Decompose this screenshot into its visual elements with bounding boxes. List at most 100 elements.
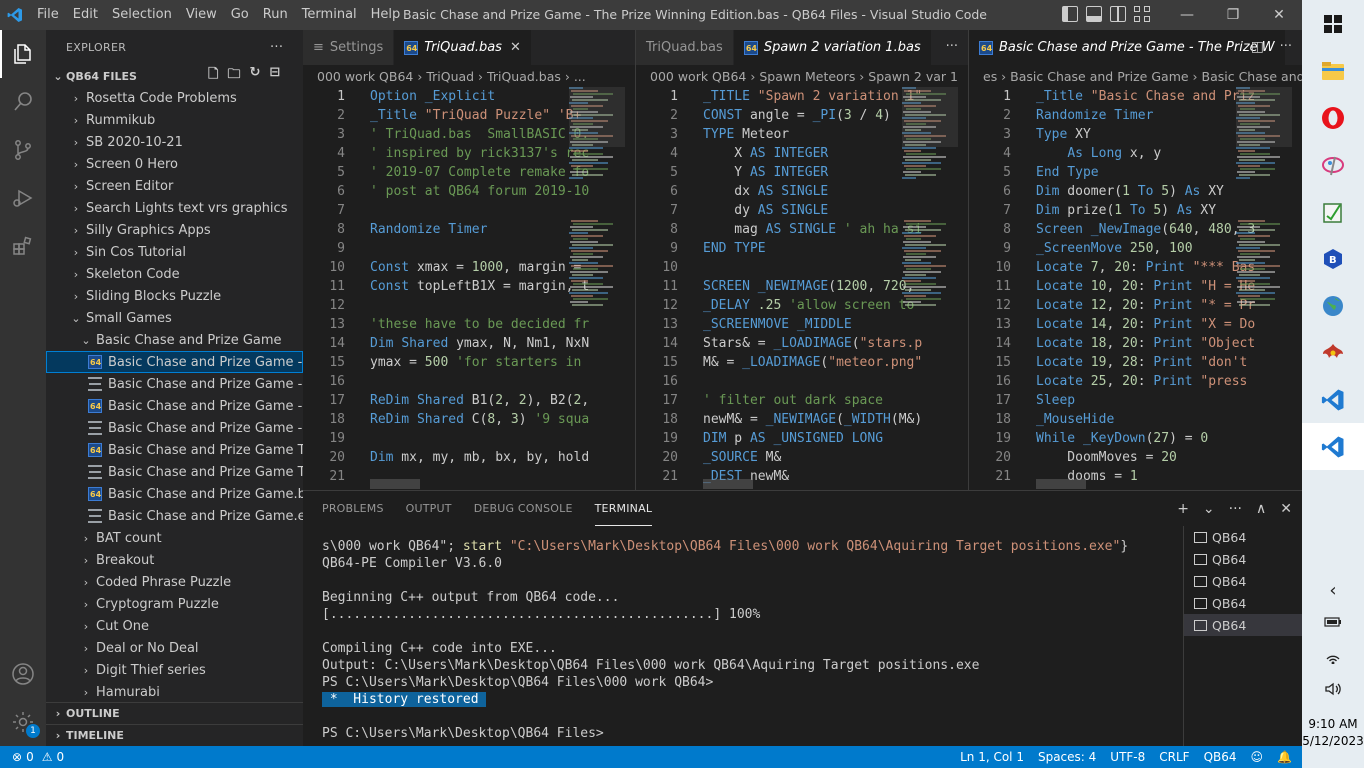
folder-item[interactable]: › Cryptogram Puzzle	[46, 593, 303, 615]
panel-more-icon[interactable]: ···	[1229, 501, 1242, 517]
encoding[interactable]: UTF-8	[1110, 750, 1145, 764]
horizontal-scrollbar[interactable]	[703, 479, 753, 489]
folder-item[interactable]: › Deal or No Deal	[46, 637, 303, 659]
breadcrumb[interactable]: 000 work QB64 › Spawn Meteors › Spawn 2 …	[636, 65, 968, 87]
panel-tab-problems[interactable]: PROBLEMS	[322, 491, 384, 526]
wifi-icon[interactable]	[1302, 650, 1364, 668]
file-item[interactable]: Basic Chase and Prize Game - Th...	[46, 351, 303, 373]
close-tab-icon[interactable]: ✕	[510, 40, 521, 55]
extensions-icon[interactable]	[0, 222, 46, 270]
folder-item[interactable]: › Coded Phrase Puzzle	[46, 571, 303, 593]
folder-item[interactable]: › Sliding Blocks Puzzle	[46, 285, 303, 307]
split-editor-icon[interactable]: ◫	[1251, 39, 1264, 55]
editor-tab[interactable]: TriQuad.bas ✕	[394, 30, 532, 65]
terminal-instance[interactable]: QB64	[1184, 592, 1302, 614]
menu-go[interactable]: Go	[224, 0, 256, 30]
folder-item[interactable]: › SB 2020-10-21	[46, 131, 303, 153]
opera-icon[interactable]	[1302, 94, 1364, 141]
folder-item[interactable]: › Cut One	[46, 615, 303, 637]
new-folder-icon[interactable]: 🗀	[227, 65, 240, 87]
folder-item[interactable]: ⌄ Small Games	[46, 307, 303, 329]
toggle-primary-sidebar-icon[interactable]	[1062, 6, 1078, 22]
menu-help[interactable]: Help	[364, 0, 408, 30]
folder-item[interactable]: › Hamurabi	[46, 681, 303, 703]
refresh-icon[interactable]: ↻	[249, 65, 260, 87]
notifications-bell-icon[interactable]: 🔔	[1277, 750, 1292, 764]
panel-tab-terminal[interactable]: TERMINAL	[594, 491, 653, 526]
workspace-section-header[interactable]: ⌄ QB64 FILES 🗋 🗀 ↻ ⊟	[46, 65, 303, 87]
indentation[interactable]: Spaces: 4	[1038, 750, 1096, 764]
menu-file[interactable]: File	[30, 0, 66, 30]
terminal-instance[interactable]: QB64	[1184, 526, 1302, 548]
toggle-panel-icon[interactable]	[1086, 6, 1102, 22]
accounts-icon[interactable]	[0, 650, 46, 698]
folder-item[interactable]: › Rummikub	[46, 109, 303, 131]
battery-icon[interactable]	[1302, 616, 1364, 632]
close-panel-icon[interactable]: ✕	[1280, 501, 1292, 517]
breadcrumb[interactable]: 000 work QB64 › TriQuad › TriQuad.bas › …	[303, 65, 635, 87]
show-hidden-icons-chevron-icon[interactable]: ‹	[1302, 580, 1364, 601]
vscode-taskbar-icon[interactable]	[1302, 376, 1364, 423]
file-item[interactable]: Basic Chase and Prize Game - Wi...	[46, 395, 303, 417]
folder-item[interactable]: › Screen 0 Hero	[46, 153, 303, 175]
minimize-button[interactable]: —	[1164, 0, 1210, 30]
cursor-position[interactable]: Ln 1, Col 1	[960, 750, 1024, 764]
folder-item[interactable]: › Rosetta Code Problems	[46, 87, 303, 109]
maximize-panel-icon[interactable]: ∧	[1256, 501, 1266, 517]
minimap[interactable]	[902, 87, 958, 487]
folder-item[interactable]: › Sin Cos Tutorial	[46, 241, 303, 263]
editor-more-actions[interactable]: ···	[1280, 39, 1292, 54]
explorer-more-button[interactable]: ···	[270, 40, 283, 55]
file-item[interactable]: Basic Chase and Prize Game.exe	[46, 505, 303, 527]
language-mode[interactable]: QB64	[1204, 750, 1237, 764]
restore-button[interactable]: ❐	[1210, 0, 1256, 30]
menu-run[interactable]: Run	[256, 0, 295, 30]
editor-tab[interactable]: Basic Chase and Prize Game - The Prize W	[969, 30, 1286, 65]
file-item[interactable]: Basic Chase and Prize Game - Wi...	[46, 417, 303, 439]
menu-selection[interactable]: Selection	[105, 0, 179, 30]
folder-item[interactable]: › Skeleton Code	[46, 263, 303, 285]
search-icon[interactable]	[0, 78, 46, 126]
folder-item[interactable]: › Breakout	[46, 549, 303, 571]
collapse-all-icon[interactable]: ⊟	[269, 65, 280, 87]
toggle-secondary-sidebar-icon[interactable]	[1110, 6, 1126, 22]
close-window-button[interactable]: ✕	[1256, 0, 1302, 30]
volume-icon[interactable]	[1302, 682, 1364, 700]
start-windows-icon[interactable]	[1302, 0, 1364, 47]
folder-item[interactable]: › Silly Graphics Apps	[46, 219, 303, 241]
new-terminal-icon[interactable]: +	[1177, 501, 1189, 517]
file-item[interactable]: Basic Chase and Prize Game - Th...	[46, 373, 303, 395]
file-explorer-icon[interactable]	[1302, 47, 1364, 94]
problems-status[interactable]: ⊗ 0 ⚠ 0	[12, 750, 64, 764]
breadcrumb[interactable]: es › Basic Chase and Prize Game › Basic …	[969, 65, 1302, 87]
qb64-b-app-icon[interactable]: B	[1302, 235, 1364, 282]
folder-item[interactable]: ⌄ Basic Chase and Prize Game	[46, 329, 303, 351]
end-of-line[interactable]: CRLF	[1159, 750, 1189, 764]
manage-gear-icon[interactable]: 1	[0, 698, 46, 746]
phoenix-app-icon[interactable]	[1302, 329, 1364, 376]
vscode-active-taskbar-icon[interactable]	[1302, 423, 1364, 470]
globe-browser-icon[interactable]	[1302, 282, 1364, 329]
paint-app-icon[interactable]	[1302, 141, 1364, 188]
terminal-instance[interactable]: QB64	[1184, 548, 1302, 570]
terminal-output[interactable]: s\000 work QB64"; start "C:\Users\Mark\D…	[322, 538, 1128, 742]
new-file-icon[interactable]: 🗋	[208, 65, 218, 87]
file-item[interactable]: Basic Chase and Prize Game The ...	[46, 461, 303, 483]
horizontal-scrollbar[interactable]	[370, 479, 420, 489]
folder-item[interactable]: › Digit Thief series	[46, 659, 303, 681]
timeline-section[interactable]: › TIMELINE	[46, 724, 303, 746]
notepad-app-icon[interactable]	[1302, 188, 1364, 235]
terminal-instance[interactable]: QB64	[1184, 570, 1302, 592]
folder-item[interactable]: › Screen Editor	[46, 175, 303, 197]
menu-view[interactable]: View	[179, 0, 224, 30]
minimap[interactable]	[569, 87, 625, 487]
outline-section[interactable]: › OUTLINE	[46, 702, 303, 724]
folder-item[interactable]: › BAT count	[46, 527, 303, 549]
file-item[interactable]: Basic Chase and Prize Game The ...	[46, 439, 303, 461]
file-item[interactable]: Basic Chase and Prize Game.bas	[46, 483, 303, 505]
editor-tab[interactable]: Spawn 2 variation 1.bas	[733, 30, 932, 65]
customize-layout-icon[interactable]	[1134, 6, 1150, 22]
menu-terminal[interactable]: Terminal	[295, 0, 364, 30]
run-debug-icon[interactable]	[0, 174, 46, 222]
editor-tab[interactable]: TriQuad.bas	[636, 30, 734, 65]
